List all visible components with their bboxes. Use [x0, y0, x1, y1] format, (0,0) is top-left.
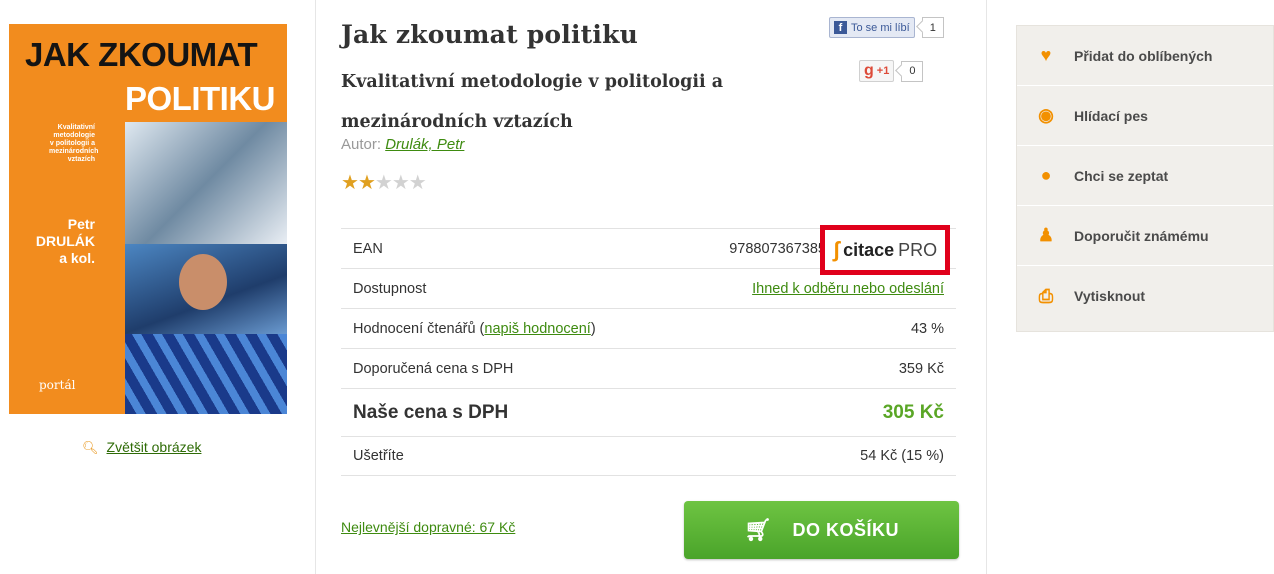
- facebook-like-button[interactable]: f To se mi líbí: [829, 17, 915, 38]
- cover-photo-stairs: [125, 122, 287, 244]
- speech-bubble-icon: ●: [1040, 165, 1052, 185]
- sidebar-item-watchdog[interactable]: ◉ Hlídací pes: [1017, 86, 1273, 146]
- eye-icon: ◉: [1038, 105, 1054, 125]
- savings-value: 54 Kč (15 %): [860, 448, 944, 464]
- cover-publisher: portál: [39, 378, 76, 392]
- info-row-price: Naše cena s DPH 305 Kč: [341, 388, 956, 436]
- reader-rating-value: 43 %: [910, 320, 944, 337]
- author-line: Autor: Drulák, Petr: [341, 136, 465, 153]
- info-row-savings: Ušetříte 54 Kč (15 %): [341, 436, 956, 476]
- person-icon: ♟: [1037, 225, 1055, 245]
- action-sidebar: ♥ Přidat do oblíbených ◉ Hlídací pes ● C…: [1016, 25, 1274, 332]
- book-cover-image[interactable]: JAK ZKOUMAT POLITIKU Kvalitativní metodo…: [9, 24, 287, 414]
- star-icon: ★: [374, 172, 393, 194]
- cover-title-line1: JAK ZKOUMAT: [25, 36, 258, 73]
- star-icon: ★: [357, 172, 376, 194]
- gplus-icon: g: [864, 62, 874, 79]
- author-link[interactable]: Drulák, Petr: [385, 136, 464, 153]
- star-icon: ★: [408, 172, 427, 194]
- cart-icon: 🛒︎: [744, 517, 773, 542]
- add-to-cart-button[interactable]: 🛒︎ DO KOŠÍKU: [684, 501, 959, 559]
- magnifier-icon: 🔍︎: [82, 440, 99, 455]
- printer-icon: ⎙: [1038, 285, 1054, 306]
- column-divider-left: [315, 0, 316, 574]
- citace-pro-button[interactable]: ʃ citace PRO: [820, 225, 950, 275]
- book-title: Jak zkoumat politiku: [341, 20, 639, 49]
- star-icon: ★: [341, 172, 359, 194]
- sidebar-item-recommend[interactable]: ♟ Doporučit známému: [1017, 206, 1273, 266]
- cover-title-line2: POLITIKU: [125, 80, 276, 117]
- facebook-like-count: 1: [921, 17, 944, 38]
- price-value: 305 Kč: [882, 401, 944, 423]
- zoom-image-link[interactable]: 🔍︎ Zvětšit obrázek: [82, 439, 201, 456]
- info-row-reader-rating: Hodnocení čtenářů (napiš hodnocení) 43 %: [341, 308, 956, 348]
- sidebar-item-print[interactable]: ⎙ Vytisknout: [1017, 266, 1273, 326]
- book-subtitle: Kvalitativní metodologie v politologii a…: [341, 72, 724, 132]
- info-row-rrp: Doporučená cena s DPH 359 Kč: [341, 348, 956, 388]
- sidebar-item-favorites[interactable]: ♥ Přidat do oblíbených: [1017, 26, 1273, 86]
- sidebar-item-ask[interactable]: ● Chci se zeptat: [1017, 146, 1273, 206]
- cover-photo-face: [179, 254, 227, 310]
- write-review-link[interactable]: napiš hodnocení: [484, 321, 590, 337]
- rrp-value: 359 Kč: [898, 360, 944, 377]
- citace-logo-icon: ʃ: [832, 237, 841, 262]
- availability-link[interactable]: Ihned k odběru nebo odeslání: [752, 281, 944, 297]
- gplus-widget[interactable]: g +1 0: [859, 60, 924, 82]
- heart-icon: ♥: [1040, 45, 1052, 65]
- facebook-icon: f: [834, 21, 847, 34]
- gplus-count: 0: [901, 60, 924, 82]
- rating-stars: ★★★★★: [341, 170, 427, 195]
- facebook-like-widget[interactable]: f To se mi líbí 1: [829, 17, 944, 38]
- star-icon: ★: [391, 172, 410, 194]
- cover-subtitle: Kvalitativní metodologie v politologii a…: [49, 124, 99, 163]
- shipping-cost-link[interactable]: Nejlevnější dopravné: 67 Kč: [341, 519, 515, 535]
- cover-photo-glass: [125, 334, 287, 414]
- gplus-button[interactable]: g +1: [859, 60, 895, 82]
- ean-value: 978807367385: [729, 240, 826, 257]
- cover-author: Petr DRULÁK a kol.: [35, 216, 95, 266]
- column-divider-right: [986, 0, 987, 574]
